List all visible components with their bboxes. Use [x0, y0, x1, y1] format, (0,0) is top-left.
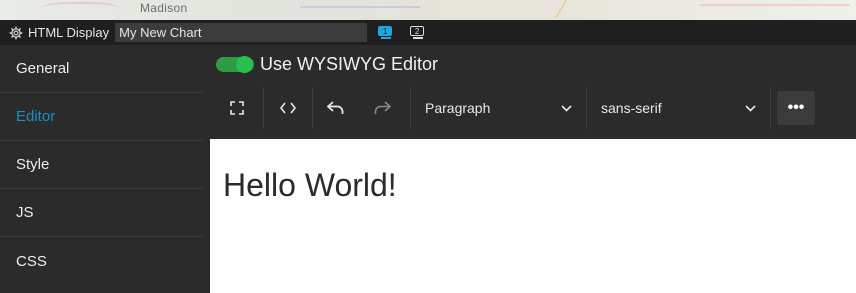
- fullscreen-icon: [229, 101, 244, 115]
- display-2-number: 2: [414, 26, 420, 36]
- settings-sidebar: General Editor Style JS CSS: [0, 45, 204, 293]
- sidebar-item-style[interactable]: Style: [0, 141, 204, 189]
- chart-name-input[interactable]: [115, 23, 368, 42]
- redo-button[interactable]: [373, 87, 411, 129]
- code-view-button[interactable]: [264, 87, 313, 129]
- sidebar-item-editor[interactable]: Editor: [0, 93, 204, 141]
- chevron-down-icon: [745, 104, 756, 112]
- display-1-number: 1: [382, 26, 388, 36]
- sidebar-item-general[interactable]: General: [0, 45, 204, 93]
- monitor-icon[interactable]: 1: [377, 25, 395, 40]
- background-map: Madison: [0, 0, 856, 22]
- paragraph-format-value: Paragraph: [425, 100, 491, 116]
- font-family-select[interactable]: sans-serif: [587, 87, 771, 129]
- screen: Madison HTML Display 1 2 Genera: [0, 0, 856, 293]
- sidebar-item-js[interactable]: JS: [0, 189, 204, 237]
- undo-icon: [327, 101, 345, 115]
- panel-title: HTML Display: [28, 25, 110, 40]
- wysiwyg-toggle-row: Use WYSIWYG Editor: [204, 45, 856, 83]
- code-icon: [280, 102, 296, 114]
- sidebar-item-css[interactable]: CSS: [0, 237, 204, 285]
- editor-settings-pane: Use WYSIWYG Editor Paragraph sans-serif …: [204, 45, 856, 293]
- paragraph-format-select[interactable]: Paragraph: [411, 87, 587, 129]
- wysiwyg-toggle[interactable]: [216, 55, 254, 73]
- more-options-button[interactable]: •••: [777, 91, 815, 125]
- panel-titlebar: HTML Display 1 2: [0, 20, 856, 45]
- font-family-value: sans-serif: [601, 100, 662, 116]
- more-icon: •••: [787, 99, 805, 116]
- editor-content[interactable]: Hello World!: [223, 167, 397, 204]
- chevron-down-icon: [561, 104, 572, 112]
- fullscreen-button[interactable]: [210, 87, 264, 129]
- html-display-panel: HTML Display 1 2 General Editor Style JS…: [0, 20, 856, 293]
- redo-icon: [373, 101, 391, 115]
- gear-icon[interactable]: [8, 25, 24, 41]
- wysiwyg-editor-area[interactable]: Hello World!: [210, 139, 856, 293]
- map-label: Madison: [140, 1, 188, 15]
- wysiwyg-toggle-label: Use WYSIWYG Editor: [260, 53, 439, 74]
- undo-button[interactable]: [313, 87, 373, 129]
- editor-toolbar: Paragraph sans-serif •••: [210, 87, 856, 129]
- monitor-icon[interactable]: 2: [409, 25, 427, 40]
